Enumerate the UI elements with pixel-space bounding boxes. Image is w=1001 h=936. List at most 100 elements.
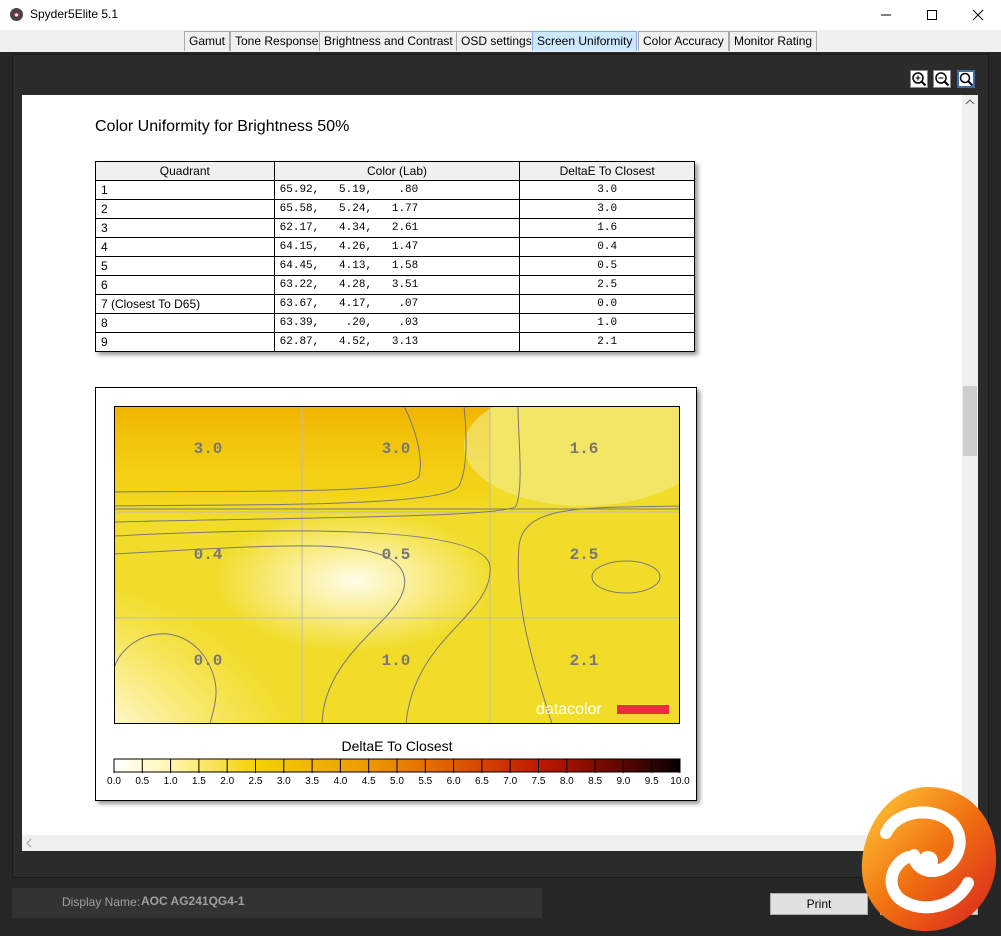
close-icon bbox=[972, 9, 984, 21]
cell-lab: 63.39, .20, .03 bbox=[273, 313, 521, 333]
title-bar bbox=[0, 0, 1001, 30]
tab-color-accuracy[interactable]: Color Accuracy bbox=[638, 31, 729, 51]
cell-lab: 63.22, 4.28, 3.51 bbox=[273, 275, 521, 295]
quadrant-3-label: 1.6 bbox=[570, 440, 599, 458]
scale-tick-label: 10.0 bbox=[670, 776, 690, 787]
app-icon bbox=[10, 8, 23, 21]
table-row: 9 62.87, 4.52, 3.13 2.1 bbox=[95, 332, 695, 352]
legend-title: DeltaE To Closest bbox=[341, 738, 453, 754]
cell-deltae: 2.1 bbox=[519, 332, 695, 352]
zoom-in-button[interactable] bbox=[910, 70, 928, 88]
tab-screen-uniformity[interactable]: Screen Uniformity bbox=[532, 31, 638, 51]
cell-quadrant: 6 bbox=[95, 275, 275, 295]
cell-quadrant: 9 bbox=[95, 332, 275, 352]
scale-tick-label: 9.0 bbox=[616, 776, 631, 787]
quadrant-9-label: 2.1 bbox=[570, 652, 599, 670]
scale-tick-label: 9.5 bbox=[644, 776, 659, 787]
scale-tick-label: 0.5 bbox=[135, 776, 150, 787]
tab-tone-response[interactable]: Tone Response bbox=[230, 31, 324, 51]
cell-deltae: 1.0 bbox=[519, 313, 695, 333]
cell-quadrant: 1 bbox=[95, 180, 275, 200]
vertical-scrollbar[interactable] bbox=[962, 95, 978, 835]
scale-tick-label: 8.5 bbox=[588, 776, 603, 787]
cell-quadrant: 4 bbox=[95, 237, 275, 257]
tab-monitor-rating[interactable]: Monitor Rating bbox=[729, 31, 818, 51]
uniformity-heatmap: 3.0 3.0 1.6 0.4 0.5 2.5 0.0 1.0 2.1 data… bbox=[114, 406, 680, 724]
header-quadrant: Quadrant bbox=[95, 161, 275, 181]
display-name-label: Display Name: bbox=[62, 895, 141, 909]
cell-lab: 64.45, 4.13, 1.58 bbox=[273, 256, 521, 276]
minimize-icon bbox=[881, 14, 891, 16]
color-scale-bar bbox=[113, 758, 681, 773]
maximize-icon bbox=[927, 10, 937, 20]
scale-tick-label: 3.5 bbox=[305, 776, 320, 787]
quadrant-8-label: 1.0 bbox=[382, 652, 411, 670]
cell-lab: 65.58, 5.24, 1.77 bbox=[273, 199, 521, 219]
maximize-button[interactable] bbox=[909, 0, 955, 30]
scale-tick-label: 5.5 bbox=[418, 776, 433, 787]
zoom-out-button[interactable] bbox=[933, 70, 951, 88]
cell-quadrant: 7 (Closest To D65) bbox=[95, 294, 275, 314]
scroll-up-icon[interactable] bbox=[962, 95, 978, 109]
brand-logo-icon bbox=[861, 787, 997, 932]
horizontal-scrollbar[interactable] bbox=[22, 835, 978, 851]
quadrant-1-label: 3.0 bbox=[194, 440, 223, 458]
scroll-left-icon[interactable] bbox=[22, 835, 36, 851]
quadrant-7-label: 0.0 bbox=[194, 652, 223, 670]
scale-tick-label: 6.0 bbox=[446, 776, 461, 787]
scale-tick-label: 8.0 bbox=[559, 776, 574, 787]
quadrant-2-label: 3.0 bbox=[382, 440, 411, 458]
cell-lab: 65.92, 5.19, .80 bbox=[273, 180, 521, 200]
cell-lab: 63.67, 4.17, .07 bbox=[273, 294, 521, 314]
table-row: 6 63.22, 4.28, 3.51 2.5 bbox=[95, 275, 695, 295]
cell-deltae: 0.0 bbox=[519, 294, 695, 314]
cell-lab: 62.17, 4.34, 2.61 bbox=[273, 218, 521, 238]
datacolor-logo-bar bbox=[617, 705, 669, 714]
report-title: Color Uniformity for Brightness 50% bbox=[95, 118, 350, 135]
cell-quadrant: 2 bbox=[95, 199, 275, 219]
vertical-scroll-thumb[interactable] bbox=[963, 386, 977, 456]
window-title: Spyder5Elite 5.1 bbox=[30, 7, 119, 21]
cell-deltae: 1.6 bbox=[519, 218, 695, 238]
table-row: 3 62.17, 4.34, 2.61 1.6 bbox=[95, 218, 695, 238]
close-button[interactable] bbox=[955, 0, 1001, 30]
display-name-value: AOC AG241QG4-1 bbox=[141, 894, 245, 908]
quadrant-4-label: 0.4 bbox=[194, 546, 223, 564]
cell-quadrant: 8 bbox=[95, 313, 275, 333]
cell-deltae: 2.5 bbox=[519, 275, 695, 295]
cell-deltae: 3.0 bbox=[519, 199, 695, 219]
cell-deltae: 0.4 bbox=[519, 237, 695, 257]
cell-quadrant: 5 bbox=[95, 256, 275, 276]
tab-osd-settings[interactable]: OSD settings bbox=[456, 31, 537, 51]
tab-brightness-contrast[interactable]: Brightness and Contrast bbox=[319, 31, 458, 51]
datacolor-watermark: datacolor bbox=[536, 701, 602, 718]
table-row: 2 65.58, 5.24, 1.77 3.0 bbox=[95, 199, 695, 219]
tab-gamut[interactable]: Gamut bbox=[184, 31, 231, 51]
cell-deltae: 3.0 bbox=[519, 180, 695, 200]
scale-tick-label: 0.0 bbox=[107, 776, 121, 787]
quadrant-5-label: 0.5 bbox=[382, 546, 411, 564]
cell-quadrant: 3 bbox=[95, 218, 275, 238]
uniformity-table: Quadrant Color (Lab) DeltaE To Closest 1… bbox=[95, 161, 695, 352]
cell-lab: 62.87, 4.52, 3.13 bbox=[273, 332, 521, 352]
header-deltae: DeltaE To Closest bbox=[519, 161, 695, 181]
scale-tick-label: 7.5 bbox=[531, 776, 546, 787]
scale-tick-label: 1.5 bbox=[191, 776, 206, 787]
zoom-fit-button[interactable] bbox=[957, 70, 975, 88]
scale-tick-label: 4.5 bbox=[361, 776, 376, 787]
scale-tick-label: 7.0 bbox=[503, 776, 518, 787]
zoom-in-icon bbox=[912, 72, 927, 87]
quadrant-6-label: 2.5 bbox=[570, 546, 599, 564]
cell-lab: 64.15, 4.26, 1.47 bbox=[273, 237, 521, 257]
table-header-row: Quadrant Color (Lab) DeltaE To Closest bbox=[95, 161, 695, 181]
print-button[interactable]: Print bbox=[770, 893, 868, 915]
table-row: 4 64.15, 4.26, 1.47 0.4 bbox=[95, 237, 695, 257]
zoom-fit-icon bbox=[959, 72, 974, 87]
table-row: 5 64.45, 4.13, 1.58 0.5 bbox=[95, 256, 695, 276]
table-row: 7 (Closest To D65) 63.67, 4.17, .07 0.0 bbox=[95, 294, 695, 314]
table-row: 8 63.39, .20, .03 1.0 bbox=[95, 313, 695, 333]
scale-tick-label: 3.0 bbox=[276, 776, 291, 787]
scale-tick-label: 2.5 bbox=[248, 776, 263, 787]
scale-tick-label: 1.0 bbox=[163, 776, 178, 787]
minimize-button[interactable] bbox=[863, 0, 909, 30]
